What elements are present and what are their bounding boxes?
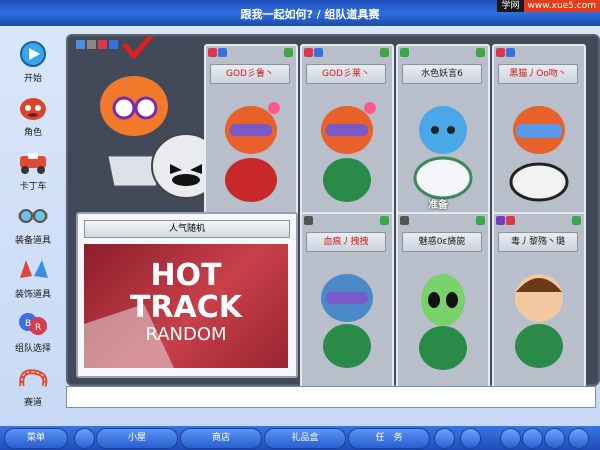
task-label: 任 务: [375, 433, 403, 443]
player-slot[interactable]: 毒丿黎殇丶璐: [492, 212, 586, 388]
sidebar-item-label: 角色: [23, 128, 42, 138]
sidebar-item-team[interactable]: BR 组队选择: [2, 310, 64, 360]
sidebar-item-kart[interactable]: 卡丁车: [2, 148, 64, 198]
slot-badges: [496, 216, 582, 228]
sidebar-item-label: 开始: [23, 74, 42, 84]
player-name: 黑猫丿Oo吻丶: [498, 64, 578, 84]
player-slot[interactable]: GOD彡鲁丶: [204, 44, 298, 220]
player-slot[interactable]: 黑猫丿Oo吻丶: [492, 44, 586, 220]
sidebar-item-track[interactable]: 赛道: [2, 364, 64, 414]
track-title-line-2: TRACK: [129, 290, 243, 325]
slot-badges: [304, 48, 390, 60]
shop-button[interactable]: 商店: [180, 428, 262, 449]
watermark-right: www.xue5.com: [523, 0, 600, 12]
player-slot[interactable]: GOD彡莱丶: [300, 44, 394, 220]
sound-icon[interactable]: [544, 428, 565, 449]
player-name: 魅惑0ε旖旎: [402, 232, 482, 252]
slot-badges: [304, 216, 390, 228]
wings-icon: [14, 256, 52, 284]
player-name: GOD彡莱丶: [306, 64, 386, 84]
kart-icon: [14, 148, 52, 176]
game-window: 跟我一起如何? / 组队道具赛 学网 www.xue5.com 开始 角色 卡丁…: [0, 0, 600, 426]
window-title: 跟我一起如何? / 组队道具赛: [240, 8, 380, 21]
sidebar: 开始 角色 卡丁车 装备道具 装饰道具 B R 组队选择 赛道: [0, 28, 66, 424]
track-panel[interactable]: 人气随机 HOT TRACK RANDOM: [76, 212, 298, 378]
player-character: [225, 102, 280, 202]
team-icon: BR: [14, 310, 52, 338]
player-slot[interactable]: 魅惑0ε旖旎: [396, 212, 490, 388]
player-slot[interactable]: 水色妖言6 准备: [396, 44, 490, 220]
track-title-line-1: HOT: [150, 258, 222, 293]
slot-badges: [400, 48, 486, 60]
player-character: [419, 274, 467, 370]
player-character: [321, 274, 373, 368]
track-preview: HOT TRACK RANDOM: [84, 244, 288, 368]
sidebar-item-decoration[interactable]: 装饰道具: [2, 256, 64, 306]
home-button[interactable]: 小屋: [96, 428, 178, 449]
power-icon[interactable]: [568, 428, 589, 449]
sidebar-item-label: 装备道具: [14, 236, 51, 246]
shop-label: 商店: [211, 433, 230, 443]
character-icon: [14, 94, 52, 122]
slot-badges: [496, 48, 582, 60]
sidebar-item-equipment[interactable]: 装备道具: [2, 202, 64, 252]
title-bar: 跟我一起如何? / 组队道具赛 学网 www.xue5.com: [0, 0, 600, 26]
friends-icon[interactable]: [522, 428, 543, 449]
info-icon[interactable]: [434, 428, 455, 449]
track-name: 人气随机: [84, 220, 290, 238]
room-panel: GOD彡鲁丶 GOD彡莱丶 水色妖言6 准备 黑猫丿Oo吻丶 血痕丿拽拽 魅惑0…: [66, 30, 600, 388]
player-character: [515, 274, 563, 368]
sidebar-item-label: 赛道: [23, 398, 42, 408]
sidebar-item-start[interactable]: 开始: [2, 40, 64, 90]
track-icon: [14, 364, 52, 392]
player-character: [321, 102, 376, 202]
player-slot[interactable]: 血痕丿拽拽: [300, 212, 394, 388]
play-icon: [14, 40, 52, 68]
slot-badges: [208, 48, 294, 60]
player-name: GOD彡鲁丶: [210, 64, 290, 84]
goggles-icon: [14, 202, 52, 230]
track-title-line-3: RANDOM: [145, 324, 227, 345]
player-name: 毒丿黎殇丶璐: [498, 232, 578, 252]
gift-box-button[interactable]: 礼品盒: [264, 428, 346, 449]
sidebar-item-character[interactable]: 角色: [2, 94, 64, 144]
watermark-left: 学网: [497, 0, 524, 12]
player-character: [509, 106, 569, 202]
ready-status: 准备: [428, 200, 448, 211]
watermark: 学网 www.xue5.com: [497, 0, 600, 12]
menu-button[interactable]: 菜单: [4, 428, 68, 449]
svg-text:B: B: [25, 319, 31, 329]
sidebar-item-label: 卡丁车: [19, 182, 47, 192]
settings-icon[interactable]: [500, 428, 521, 449]
player-name: 水色妖言6: [402, 64, 482, 84]
chat-input[interactable]: [66, 386, 596, 408]
slot-badges: [400, 216, 486, 228]
sidebar-item-label: 装饰道具: [14, 290, 51, 300]
refresh-icon[interactable]: [74, 428, 95, 449]
taskbar: 菜单 小屋 商店 礼品盒 任 务: [0, 426, 600, 450]
player-name: 血痕丿拽拽: [306, 232, 386, 252]
task-button[interactable]: 任 务: [348, 428, 430, 449]
player-character: [413, 106, 473, 200]
hammer-icon[interactable]: [460, 428, 481, 449]
sidebar-item-label: 组队选择: [14, 344, 51, 354]
svg-text:R: R: [35, 323, 41, 333]
gift-label: 礼品盒: [291, 433, 319, 443]
menu-label: 菜单: [26, 433, 45, 443]
home-label: 小屋: [127, 433, 146, 443]
